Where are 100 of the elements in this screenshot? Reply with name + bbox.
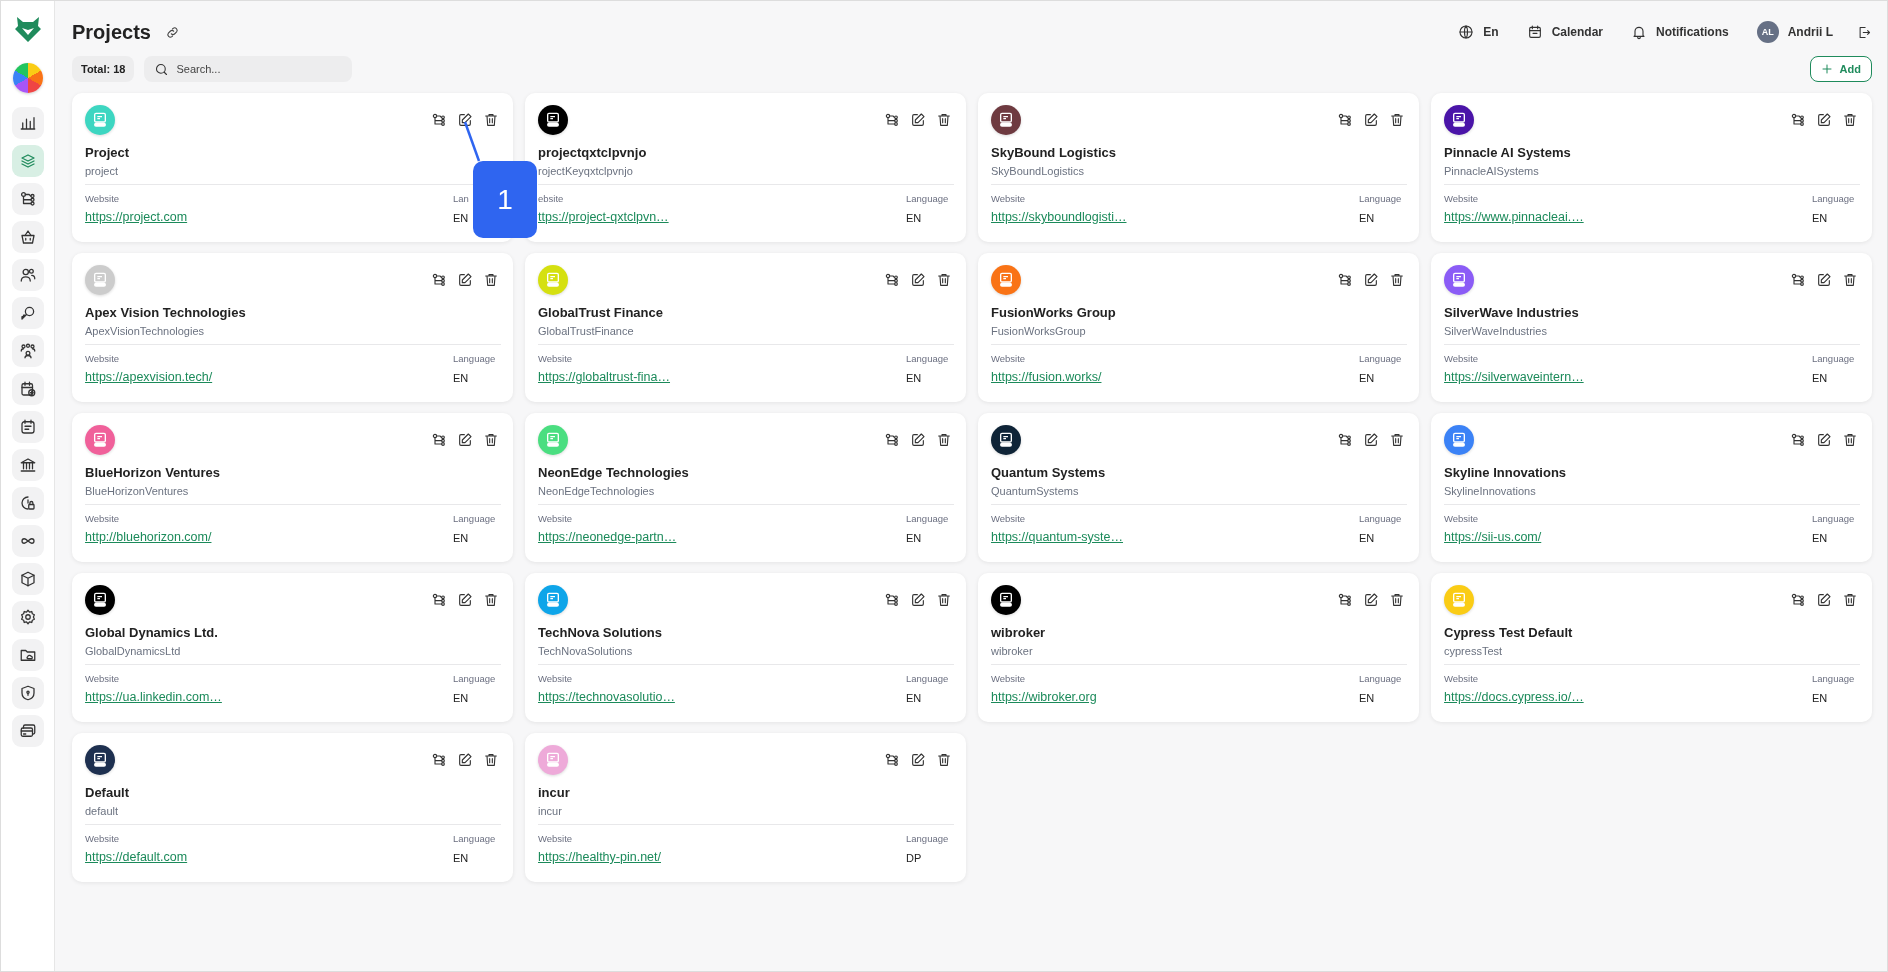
project-key: TechNovaSolutions [538,645,954,657]
website-link[interactable]: https://skyboundlogisti… [991,210,1127,224]
language-value: EN [1359,532,1376,544]
project-key: GlobalDynamicsLtd [85,645,501,657]
field-label: Language [1359,673,1403,684]
project-name: Skyline Innovations [1444,465,1568,480]
project-key: ApexVisionTechnologies [85,325,501,337]
website-link[interactable]: https://www.pinnacleai.… [1444,210,1584,224]
field-label: Language [906,673,950,684]
field-label: Language [1359,513,1403,524]
project-name: Project [85,145,131,160]
language-value: EN [906,212,923,224]
project-key: incur [538,805,954,817]
field-label: Website [991,513,1027,524]
project-name: SkyBound Logistics [991,145,1117,160]
project-name: Default [85,785,131,800]
project-key: default [85,805,501,817]
field-label: Language [1812,673,1856,684]
field-label: Language [453,353,497,364]
project-name: NeonEdge Technologies [538,465,690,480]
project-name: TechNova Solutions [538,625,663,640]
website-link[interactable]: https://docs.cypress.io/… [1444,690,1584,704]
field-label: Language [906,193,950,204]
project-name: FusionWorks Group [991,305,1117,320]
language-value: EN [906,692,923,704]
field-label: Website [1444,193,1480,204]
callout-badge: 1 [473,161,537,238]
field-label: Language [1359,353,1403,364]
field-label: Website [538,673,574,684]
language-value: EN [1812,372,1829,384]
field-label: Language [906,353,950,364]
calendar-link[interactable]: Calendar [1551,25,1603,39]
website-link[interactable]: https://sii-us.com/ [1444,530,1542,544]
field-label: Language [906,833,950,844]
field-label: Website [1444,353,1480,364]
website-link[interactable]: https://project.com [85,210,188,224]
website-link[interactable]: https://silverwaveintern… [1444,370,1584,384]
field-label: Language [1812,513,1856,524]
search-field[interactable]: Search... [144,56,353,82]
language-value: EN [1812,532,1829,544]
field-label: Website [538,513,574,524]
project-name: SilverWave Industries [1444,305,1580,320]
project-name: Pinnacle AI Systems [1444,145,1572,160]
project-name: Quantum Systems [991,465,1107,480]
project-key: wibroker [991,645,1407,657]
notifications-link[interactable]: Notifications [1656,25,1729,39]
field-label: Website [991,353,1027,364]
website-link[interactable]: http://bluehorizon.com/ [85,530,212,544]
project-key: PinnacleAISystems [1444,165,1860,177]
field-label: Website [991,193,1027,204]
project-name: GlobalTrust Finance [538,305,664,320]
user-avatar[interactable]: AL [1756,21,1779,43]
project-key: rojectKeyqxtclpvnjo [538,165,954,177]
project-key: SkyBoundLogistics [991,165,1407,177]
field-label: Website [85,513,121,524]
website-link[interactable]: https://wibroker.org [991,690,1097,704]
language-value: EN [453,852,470,864]
website-link[interactable]: https://apexvision.tech/ [85,370,213,384]
project-name: Cypress Test Default [1444,625,1574,640]
website-link[interactable]: https://ua.linkedin.com… [85,690,222,704]
add-button[interactable]: Add [1809,56,1872,82]
website-link[interactable]: https://healthy-pin.net/ [538,850,661,864]
field-label: Website [85,193,121,204]
language-value: EN [1812,692,1829,704]
total-count: Total: 18 [72,56,135,82]
website-link[interactable]: https://neonedge-partn… [538,530,677,544]
user-name[interactable]: Andrii L [1787,25,1833,39]
website-link[interactable]: https://default.com [85,850,188,864]
language-value: EN [1359,212,1376,224]
language-value: EN [453,212,470,224]
field-label: Website [85,353,121,364]
project-key: FusionWorksGroup [991,325,1407,337]
project-key: GlobalTrustFinance [538,325,954,337]
field-label: Language [1812,353,1856,364]
project-name: Global Dynamics Ltd. [85,625,219,640]
project-name: wibroker [991,625,1047,640]
website-link[interactable]: ttps://project-qxtclpvn… [538,210,669,224]
project-key: BlueHorizonVentures [85,485,501,497]
language-value: EN [1812,212,1829,224]
field-label: Language [906,513,950,524]
language-link[interactable]: En [1483,25,1499,39]
field-label: Language [453,513,497,524]
language-value: EN [1359,372,1376,384]
project-name: BlueHorizon Ventures [85,465,222,480]
project-key: SilverWaveIndustries [1444,325,1860,337]
project-name: incur [538,785,571,800]
project-key: SkylineInnovations [1444,485,1860,497]
language-value: DP [906,852,923,864]
language-value: EN [906,532,923,544]
website-link[interactable]: https://globaltrust-fina… [538,370,670,384]
field-label: Website [85,833,121,844]
field-label: Website [991,673,1027,684]
field-label: ebsite [538,193,565,204]
website-link[interactable]: https://technovasolutio… [538,690,675,704]
website-link[interactable]: https://quantum-syste… [991,530,1123,544]
field-label: Website [85,673,121,684]
website-link[interactable]: https://fusion.works/ [991,370,1102,384]
project-key: cypressTest [1444,645,1860,657]
field-label: Lan [453,193,470,204]
field-label: Language [453,833,497,844]
